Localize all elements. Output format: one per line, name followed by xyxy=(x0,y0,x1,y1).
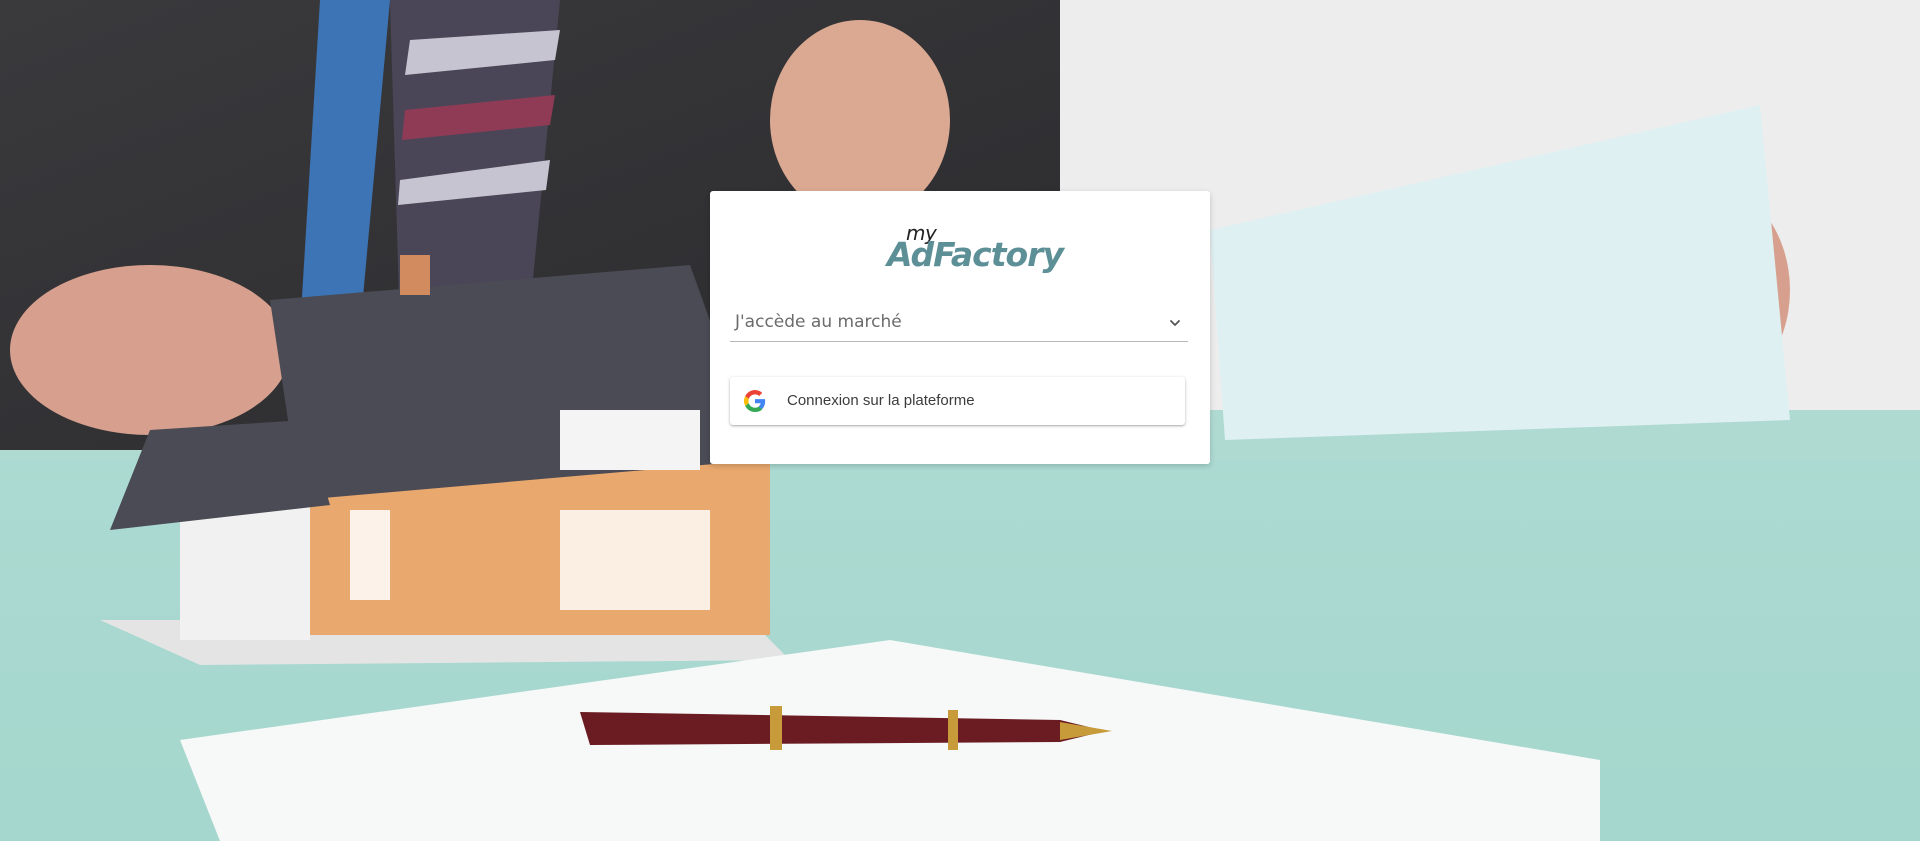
brand-logo: my AdFactory xyxy=(710,221,1210,281)
logo-name: AdFactory xyxy=(887,235,1064,274)
market-select-value: J'accède au marché xyxy=(735,312,902,332)
google-icon xyxy=(744,390,766,412)
market-select[interactable]: J'accède au marché xyxy=(730,303,1188,342)
google-login-label: Connexion sur la plateforme xyxy=(787,392,975,409)
login-card: my AdFactory J'accède au marché Connexio… xyxy=(710,191,1210,464)
chevron-down-icon xyxy=(1170,320,1180,326)
google-login-button[interactable]: Connexion sur la plateforme xyxy=(730,377,1185,425)
